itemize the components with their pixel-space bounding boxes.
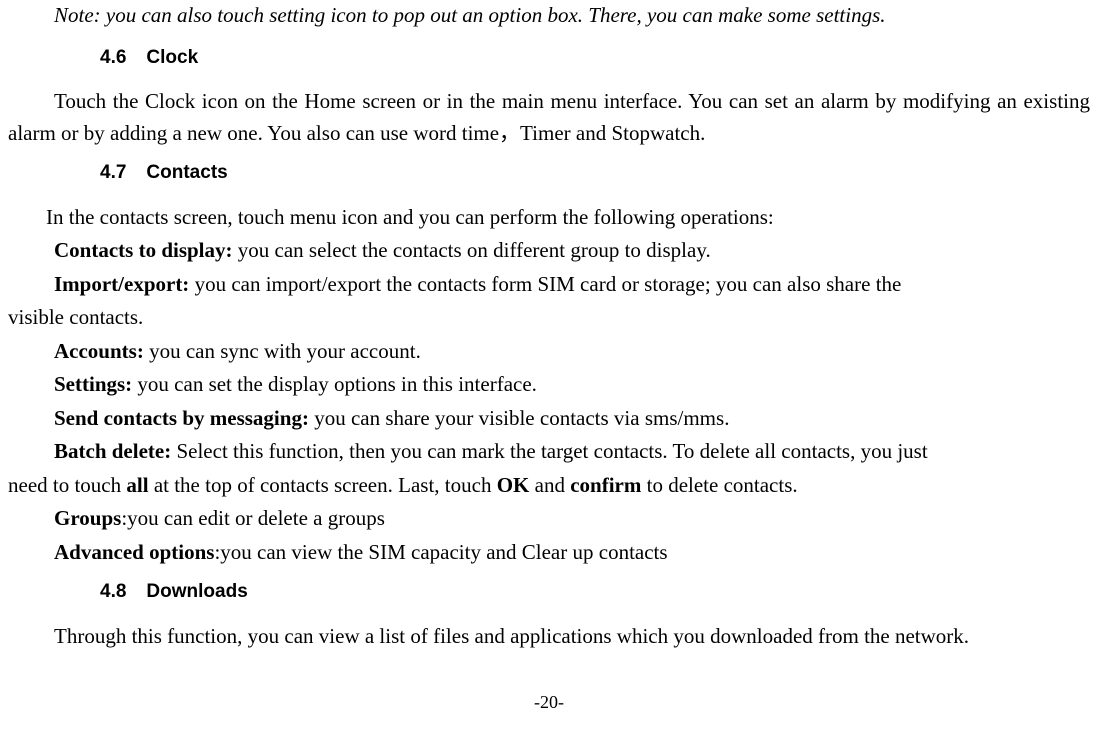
settings-text: you can set the display options in this … bbox=[132, 372, 537, 396]
import-export-label: Import/export: bbox=[54, 272, 189, 296]
heading-4-7: 4.7 Contacts bbox=[100, 159, 1090, 188]
batch-delete-line1: Batch delete: Select this function, then… bbox=[8, 436, 1090, 468]
import-export-line1: Import/export: you can import/export the… bbox=[8, 269, 1090, 301]
accounts-text: you can sync with your account. bbox=[144, 339, 421, 363]
groups-text: :you can edit or delete a groups bbox=[121, 506, 385, 530]
heading-4-6: 4.6 Clock bbox=[100, 44, 1090, 73]
advanced-label: Advanced options bbox=[54, 540, 214, 564]
send-contacts-item: Send contacts by messaging: you can shar… bbox=[8, 403, 1090, 435]
batch-delete-ok-bold: OK bbox=[497, 473, 530, 497]
section-4-8-body: Through this function, you can view a li… bbox=[8, 621, 1090, 653]
settings-item: Settings: you can set the display option… bbox=[8, 369, 1090, 401]
section-4-6-body: Touch the Clock icon on the Home screen … bbox=[8, 86, 1090, 149]
contacts-to-display-item: Contacts to display: you can select the … bbox=[8, 235, 1090, 267]
heading-4-8-num: 4.8 bbox=[100, 578, 126, 607]
accounts-label: Accounts: bbox=[54, 339, 144, 363]
groups-item: Groups:you can edit or delete a groups bbox=[8, 503, 1090, 535]
groups-label: Groups bbox=[54, 506, 121, 530]
heading-4-7-title: Contacts bbox=[146, 162, 227, 183]
batch-delete-all-bold: all bbox=[126, 473, 148, 497]
import-export-line2: visible contacts. bbox=[8, 302, 1090, 334]
advanced-text: :you can view the SIM capacity and Clear… bbox=[214, 540, 667, 564]
import-export-text1: you can import/export the contacts form … bbox=[189, 272, 901, 296]
heading-4-6-num: 4.6 bbox=[100, 44, 126, 73]
contacts-to-display-label: Contacts to display: bbox=[54, 238, 233, 262]
batch-delete-text2c: and bbox=[529, 473, 570, 497]
send-contacts-label: Send contacts by messaging: bbox=[54, 406, 309, 430]
batch-delete-confirm-bold: confirm bbox=[570, 473, 641, 497]
batch-delete-text2d: to delete contacts. bbox=[641, 473, 797, 497]
heading-4-8: 4.8 Downloads bbox=[100, 578, 1090, 607]
contacts-to-display-text: you can select the contacts on different… bbox=[233, 238, 711, 262]
heading-4-7-num: 4.7 bbox=[100, 159, 126, 188]
page-number: -20- bbox=[0, 689, 1098, 716]
settings-label: Settings: bbox=[54, 372, 132, 396]
heading-4-8-title: Downloads bbox=[146, 581, 247, 602]
batch-delete-text2b: at the top of contacts screen. Last, tou… bbox=[149, 473, 497, 497]
accounts-item: Accounts: you can sync with your account… bbox=[8, 336, 1090, 368]
send-contacts-text: you can share your visible contacts via … bbox=[309, 406, 730, 430]
batch-delete-line2: need to touch all at the top of contacts… bbox=[8, 470, 1090, 502]
note-text: Note: you can also touch setting icon to… bbox=[54, 0, 1090, 32]
section-4-7-intro: In the contacts screen, touch menu icon … bbox=[8, 202, 1090, 234]
batch-delete-label: Batch delete: bbox=[54, 439, 171, 463]
heading-4-6-title: Clock bbox=[146, 47, 198, 68]
advanced-item: Advanced options:you can view the SIM ca… bbox=[8, 537, 1090, 569]
batch-delete-text1: Select this function, then you can mark … bbox=[171, 439, 927, 463]
batch-delete-text2a: need to touch bbox=[8, 473, 126, 497]
